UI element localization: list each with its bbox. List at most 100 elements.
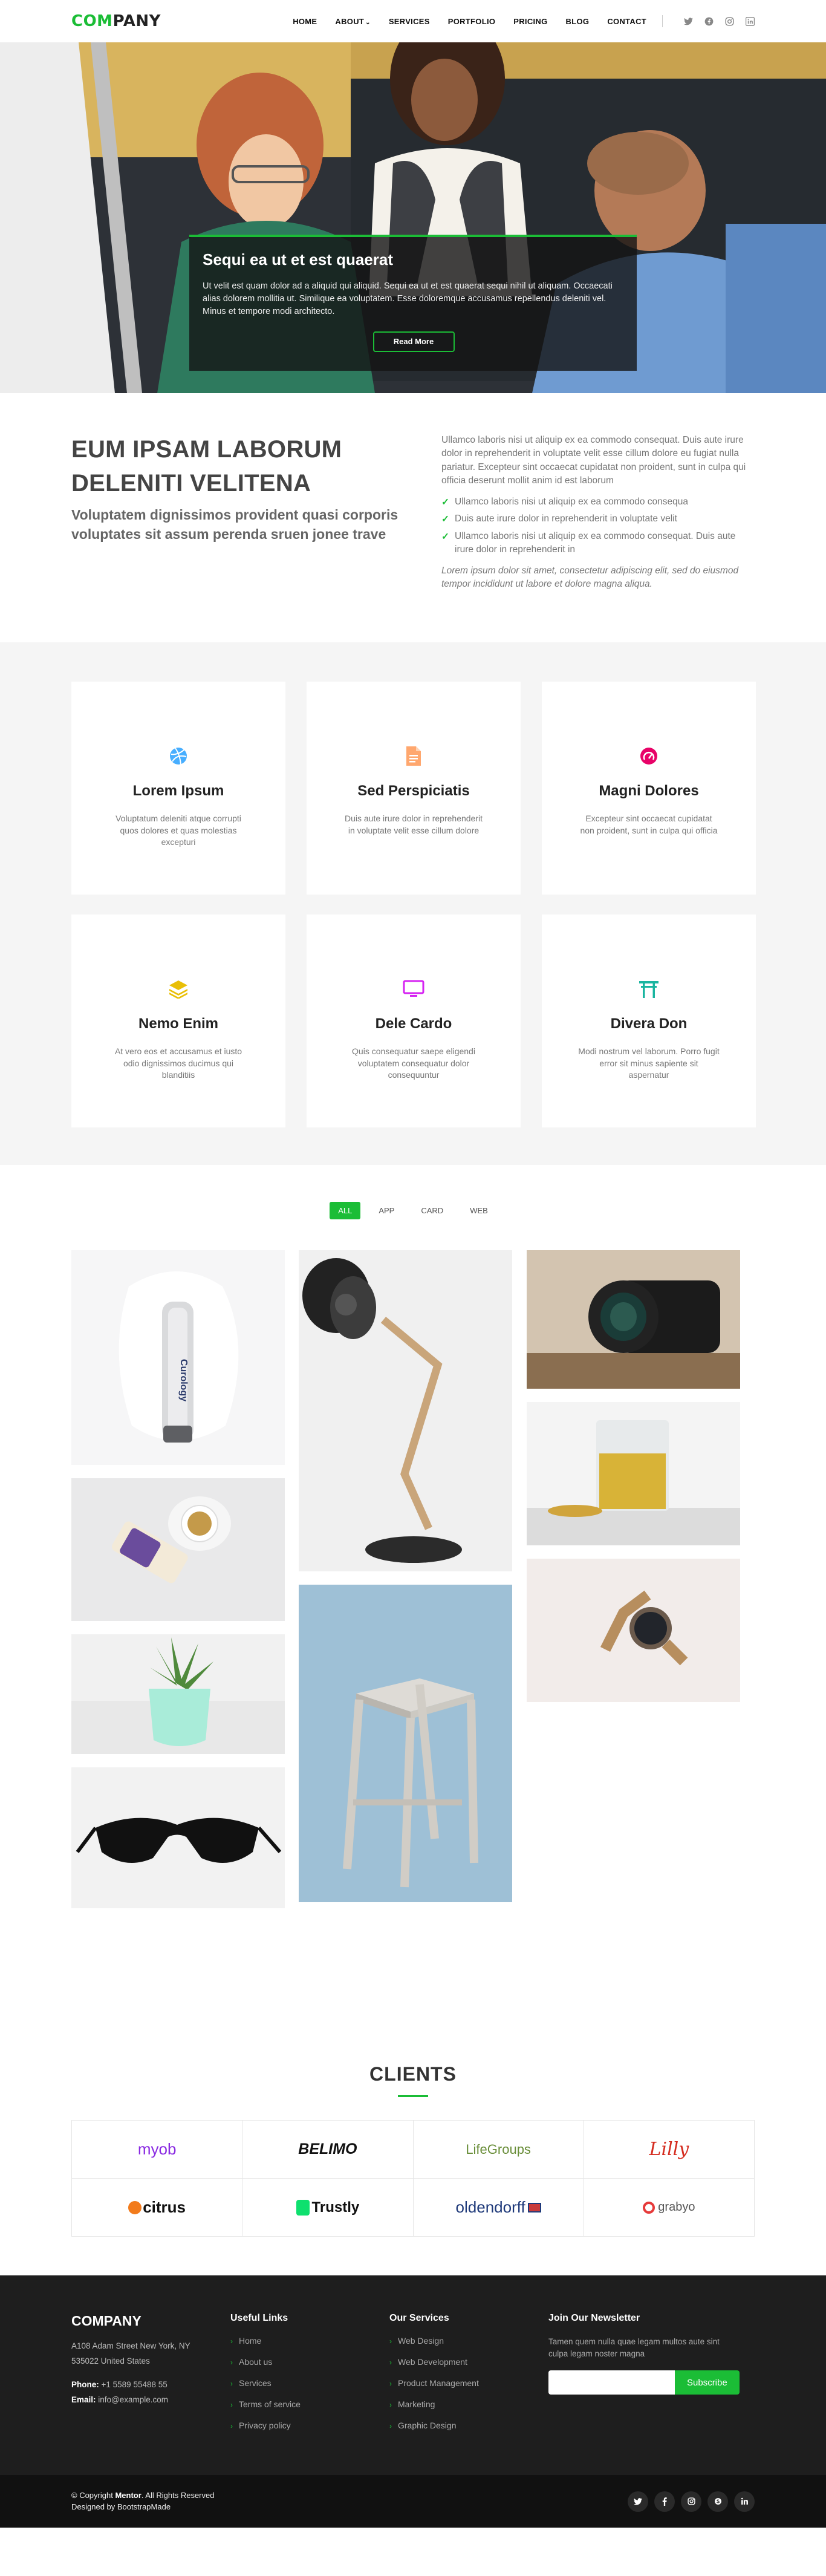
about-italic: Lorem ipsum dolor sit amet, consectetur … xyxy=(441,565,739,590)
service-card[interactable]: Sed Perspiciatis Duis aute irure dolor i… xyxy=(307,682,521,895)
nav-home[interactable]: HOME xyxy=(293,17,317,26)
portfolio-item[interactable] xyxy=(71,1767,285,1908)
footer-link[interactable]: › Terms of service xyxy=(230,2399,389,2409)
nav-pricing[interactable]: PRICING xyxy=(513,17,547,26)
list-item: ✓ Duis aute irure dolor in reprehenderit … xyxy=(441,512,755,526)
client-logo-cell[interactable]: oldendorff xyxy=(413,2179,584,2237)
newsletter-email-input[interactable] xyxy=(548,2370,675,2395)
service-card[interactable]: Magni Dolores Excepteur sint occaecat cu… xyxy=(542,682,756,895)
linkedin-icon[interactable] xyxy=(734,2491,755,2512)
nav-services[interactable]: SERVICES xyxy=(389,17,430,26)
service-desc: Duis aute irure dolor in reprehenderit i… xyxy=(344,814,483,835)
bottle-image: Curology xyxy=(71,1250,285,1465)
footer-link-label: Services xyxy=(239,2378,272,2388)
services-grid: Lorem Ipsum Voluptatum deleniti atque co… xyxy=(71,682,756,1127)
list-item: ✓ Ullamco laboris nisi ut aliquip ex ea c… xyxy=(441,530,755,557)
footer-link-label: Graphic Design xyxy=(398,2421,457,2430)
copyright-brand: Mentor xyxy=(115,2491,141,2500)
footer-link[interactable]: › About us xyxy=(230,2357,389,2367)
portfolio-item[interactable] xyxy=(527,1559,740,1702)
portfolio-item[interactable]: Curology xyxy=(71,1250,285,1465)
client-logo-cell[interactable]: citrus xyxy=(72,2179,243,2237)
grabyo-icon xyxy=(643,2201,655,2214)
instagram-icon[interactable] xyxy=(724,16,734,26)
footer-link[interactable]: › Privacy policy xyxy=(230,2421,389,2430)
site-footer: COMPANY A108 Adam Street New York, NY 53… xyxy=(0,2275,826,2528)
portfolio-item[interactable] xyxy=(71,1634,285,1754)
lens-image xyxy=(527,1250,740,1389)
service-card[interactable]: Dele Cardo Quis consequatur saepe eligen… xyxy=(307,915,521,1127)
footer-link[interactable]: › Product Management xyxy=(389,2378,548,2388)
about-subheading: Voluptatem dignissimos provident quasi c… xyxy=(71,507,398,543)
check-text: Duis aute irure dolor in reprehenderit i… xyxy=(455,514,677,524)
footer-link-label: Web Design xyxy=(398,2336,444,2346)
site-logo[interactable]: COMPANY xyxy=(71,12,161,30)
footer-link[interactable]: › Services xyxy=(230,2378,389,2388)
skype-icon[interactable] xyxy=(707,2491,728,2512)
service-title: Magni Dolores xyxy=(599,783,699,799)
about-right: Ullamco laboris nisi ut aliquip ex ea co… xyxy=(441,432,755,642)
list-item: ✓ Ullamco laboris nisi ut aliquip ex ea c… xyxy=(441,495,755,509)
chevron-right-icon: › xyxy=(230,2337,233,2346)
filter-all[interactable]: ALL xyxy=(330,1202,361,1219)
chevron-right-icon: › xyxy=(389,2337,392,2346)
portfolio-item[interactable] xyxy=(527,1250,740,1389)
portfolio-item[interactable] xyxy=(527,1402,740,1545)
facebook-icon[interactable] xyxy=(704,16,714,26)
trustly-icon xyxy=(296,2199,310,2216)
filter-web[interactable]: WEB xyxy=(461,1202,496,1219)
subscribe-button[interactable]: Subscribe xyxy=(674,2370,740,2395)
service-card[interactable]: Lorem Ipsum Voluptatum deleniti atque co… xyxy=(71,682,285,895)
client-logo-cell[interactable]: myob xyxy=(72,2121,243,2179)
client-logo-cell[interactable]: grabyo xyxy=(584,2179,755,2237)
nav-portfolio[interactable]: PORTFOLIO xyxy=(448,17,496,26)
footer-link[interactable]: › Graphic Design xyxy=(389,2421,548,2430)
service-card[interactable]: Divera Don Modi nostrum vel laborum. Por… xyxy=(542,915,756,1127)
client-logo-cell[interactable]: Trustly xyxy=(242,2179,414,2237)
footer-link[interactable]: › Web Design xyxy=(389,2336,548,2346)
twitter-icon[interactable] xyxy=(628,2491,648,2512)
portfolio-item[interactable] xyxy=(299,1585,512,1902)
instagram-icon[interactable] xyxy=(681,2491,701,2512)
service-card[interactable]: Nemo Enim At vero eos et accusamus et iu… xyxy=(71,915,285,1127)
nav-blog[interactable]: BLOG xyxy=(566,17,590,26)
filter-app[interactable]: APP xyxy=(370,1202,403,1219)
gate-icon xyxy=(637,977,661,1001)
plant-image xyxy=(71,1634,285,1754)
chevron-down-icon: ⌄ xyxy=(365,19,371,26)
footer-heading: Join Our Newsletter xyxy=(548,2313,640,2323)
site-header: COMPANY HOME ABOUT ⌄ SERVICES PORTFOLIO P… xyxy=(0,0,826,42)
portfolio-item[interactable] xyxy=(299,1250,512,1571)
phone-value[interactable]: +1 5589 55488 55 xyxy=(102,2380,167,2389)
hero-caption: Sequi ea ut et est quaerat Ut velit est … xyxy=(189,235,637,371)
linkedin-icon[interactable] xyxy=(745,16,755,26)
section-divider xyxy=(398,2095,428,2097)
client-logo-cell[interactable]: BELIMO xyxy=(242,2121,414,2179)
chevron-right-icon: › xyxy=(230,2358,233,2367)
portfolio-item[interactable] xyxy=(71,1478,285,1621)
copyright: © Copyright Mentor. All Rights Reserved … xyxy=(71,2490,214,2512)
filter-card[interactable]: CARD xyxy=(412,1202,452,1219)
nav-contact[interactable]: CONTACT xyxy=(607,17,646,26)
designed-by[interactable]: Designed by BootstrapMade xyxy=(71,2502,214,2512)
twitter-icon[interactable] xyxy=(683,16,693,26)
email-label: Email: xyxy=(71,2395,96,2404)
footer-link[interactable]: › Marketing xyxy=(389,2399,548,2409)
read-more-button[interactable]: Read More xyxy=(372,331,455,353)
service-title: Divera Don xyxy=(610,1016,688,1032)
lamp-image xyxy=(299,1250,512,1571)
phone-line: Phone: +1 5589 55488 55 xyxy=(71,2378,230,2393)
footer-link-label: About us xyxy=(239,2357,273,2367)
footer-link-label: Marketing xyxy=(398,2399,435,2409)
footer-link[interactable]: › Web Development xyxy=(389,2357,548,2367)
footer-link[interactable]: › Home xyxy=(230,2336,389,2346)
facebook-icon[interactable] xyxy=(654,2491,675,2512)
footer-link-label: Terms of service xyxy=(239,2399,301,2409)
client-logo-cell[interactable]: Lilly xyxy=(584,2121,755,2179)
service-title: Sed Perspiciatis xyxy=(357,783,470,799)
phone-label: Phone: xyxy=(71,2379,99,2389)
email-value[interactable]: info@example.com xyxy=(98,2395,168,2404)
nav-about[interactable]: ABOUT ⌄ xyxy=(335,17,370,26)
client-logo-cell[interactable]: LifeGroups xyxy=(413,2121,584,2179)
chevron-right-icon: › xyxy=(230,2422,233,2430)
